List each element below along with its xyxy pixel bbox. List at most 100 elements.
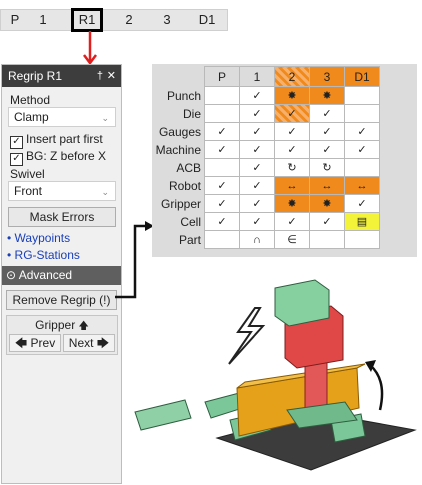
pin-icon[interactable]: †: [97, 65, 103, 87]
mask-errors-button[interactable]: Mask Errors: [8, 207, 116, 227]
advanced-label: Advanced: [18, 268, 73, 282]
table-row: ACB ✓ ↻ ↻: [152, 158, 380, 177]
table-cell[interactable]: ✓: [344, 194, 380, 213]
arrow-up-icon: 🡅: [78, 321, 89, 332]
table-cell[interactable]: ✓: [309, 212, 345, 231]
table-cell[interactable]: [309, 230, 345, 249]
table-cell[interactable]: [344, 104, 380, 123]
table-cell[interactable]: ✓: [344, 122, 380, 141]
bg-z-before-x-checkbox[interactable]: ✓ BG: Z before X: [10, 149, 106, 166]
table-cell[interactable]: ✓: [309, 122, 345, 141]
insert-part-first-checkbox[interactable]: ✓ Insert part first: [10, 132, 103, 149]
pointer-arrow: [83, 31, 97, 66]
row-label: Cell: [152, 212, 205, 231]
step-p[interactable]: P: [5, 10, 25, 30]
table-cell[interactable]: ✸: [274, 194, 310, 213]
row-label: Gripper: [152, 194, 205, 213]
gripper-label: Gripper: [35, 318, 76, 332]
row-label: Part: [152, 230, 205, 249]
table-cell[interactable]: ✓: [239, 140, 275, 159]
advanced-section-header[interactable]: ⊙ Advanced: [2, 266, 121, 285]
lightning-icon: [228, 307, 266, 365]
table-cell[interactable]: [344, 86, 380, 105]
table-cell[interactable]: ▤: [344, 212, 380, 231]
table-cell[interactable]: ✓: [239, 194, 275, 213]
table-cell[interactable]: [344, 158, 380, 177]
table-row: Machine ✓ ✓ ✓ ✓ ✓: [152, 140, 380, 159]
table-cell[interactable]: ✓: [309, 104, 345, 123]
chevron-down-icon: ⌄: [101, 113, 109, 123]
swivel-select[interactable]: Front ⌄: [8, 181, 116, 201]
table-cell[interactable]: ✓: [204, 176, 240, 195]
step-2[interactable]: 2: [119, 10, 139, 30]
table-row: Cell ✓ ✓ ✓ ✓ ▤: [152, 212, 380, 231]
column-header: 1: [239, 66, 275, 87]
table-cell[interactable]: ✓: [309, 140, 345, 159]
row-label: Machine: [152, 140, 205, 159]
arrow-left-icon: 🡄: [14, 336, 28, 350]
table-cell[interactable]: [204, 158, 240, 177]
column-header: D1: [344, 66, 380, 87]
table-cell[interactable]: ✸: [309, 194, 345, 213]
table-cell[interactable]: ✓: [239, 158, 275, 177]
step-bar: P 1 R1 2 3 D1: [0, 8, 228, 32]
prev-button[interactable]: 🡄 Prev: [9, 334, 61, 352]
table-cell[interactable]: ✓: [204, 122, 240, 141]
table-cell[interactable]: ✓: [239, 122, 275, 141]
table-cell[interactable]: ✸: [274, 86, 310, 105]
column-header: 3: [309, 66, 345, 87]
step-1[interactable]: 1: [33, 10, 53, 30]
table-row: Gripper ✓ ✓ ✸ ✸ ✓: [152, 194, 380, 213]
table-cell[interactable]: ✓: [274, 104, 310, 123]
table-cell[interactable]: ✸: [309, 86, 345, 105]
checkbox-checked-icon: ✓: [10, 153, 23, 166]
checkbox-label: BG: Z before X: [26, 149, 107, 163]
method-select[interactable]: Clamp ⌄: [8, 107, 116, 127]
step-r1[interactable]: R1: [71, 8, 103, 32]
panel-title: Regrip R1: [8, 69, 63, 83]
table-cell[interactable]: ✓: [274, 212, 310, 231]
rg-stations-link[interactable]: • RG-Stations: [7, 248, 80, 262]
step-d1[interactable]: D1: [193, 10, 221, 30]
table-cell[interactable]: ↔: [344, 176, 380, 195]
method-value: Clamp: [14, 110, 49, 124]
table-cell[interactable]: ∈: [274, 230, 310, 249]
table-cell[interactable]: ↔: [274, 176, 310, 195]
table-cell[interactable]: ✓: [204, 212, 240, 231]
method-label: Method: [10, 93, 51, 107]
table-cell[interactable]: ✓: [204, 194, 240, 213]
collapse-icon: ⊙: [6, 268, 17, 282]
table-cell[interactable]: ✓: [239, 176, 275, 195]
table-cell[interactable]: ✓: [274, 122, 310, 141]
table-row: Punch ✓ ✸ ✸: [152, 86, 380, 105]
row-label: Robot: [152, 176, 205, 195]
table-cell[interactable]: ✓: [239, 212, 275, 231]
table-row: Gauges ✓ ✓ ✓ ✓ ✓: [152, 122, 380, 141]
chevron-down-icon: ⌄: [101, 187, 109, 197]
close-icon[interactable]: ✕: [107, 65, 116, 87]
row-label: Die: [152, 104, 205, 123]
table-cell[interactable]: ∩: [239, 230, 275, 249]
next-label: Next: [68, 336, 94, 350]
table-cell[interactable]: [204, 104, 240, 123]
table-cell[interactable]: ↻: [274, 158, 310, 177]
table-row: Die ✓ ✓ ✓: [152, 104, 380, 123]
table-cell[interactable]: ↔: [309, 176, 345, 195]
table-cell[interactable]: ✓: [239, 86, 275, 105]
remove-regrip-button[interactable]: Remove Regrip (!): [6, 290, 117, 310]
table-cell[interactable]: ✓: [344, 140, 380, 159]
table-cell[interactable]: ✓: [204, 140, 240, 159]
prev-label: Prev: [30, 336, 56, 350]
next-button[interactable]: Next 🡆: [63, 334, 115, 352]
table-cell[interactable]: ✓: [239, 104, 275, 123]
row-label: ACB: [152, 158, 205, 177]
table-cell[interactable]: [204, 230, 240, 249]
table-cell[interactable]: [344, 230, 380, 249]
waypoints-link[interactable]: • Waypoints: [7, 231, 70, 245]
regrip-panel: Regrip R1 † ✕ Method Clamp ⌄ ✓ Insert par…: [1, 64, 122, 484]
step-3[interactable]: 3: [157, 10, 177, 30]
column-header: P: [204, 66, 240, 87]
table-cell[interactable]: [204, 86, 240, 105]
table-cell[interactable]: ✓: [274, 140, 310, 159]
table-cell[interactable]: ↻: [309, 158, 345, 177]
